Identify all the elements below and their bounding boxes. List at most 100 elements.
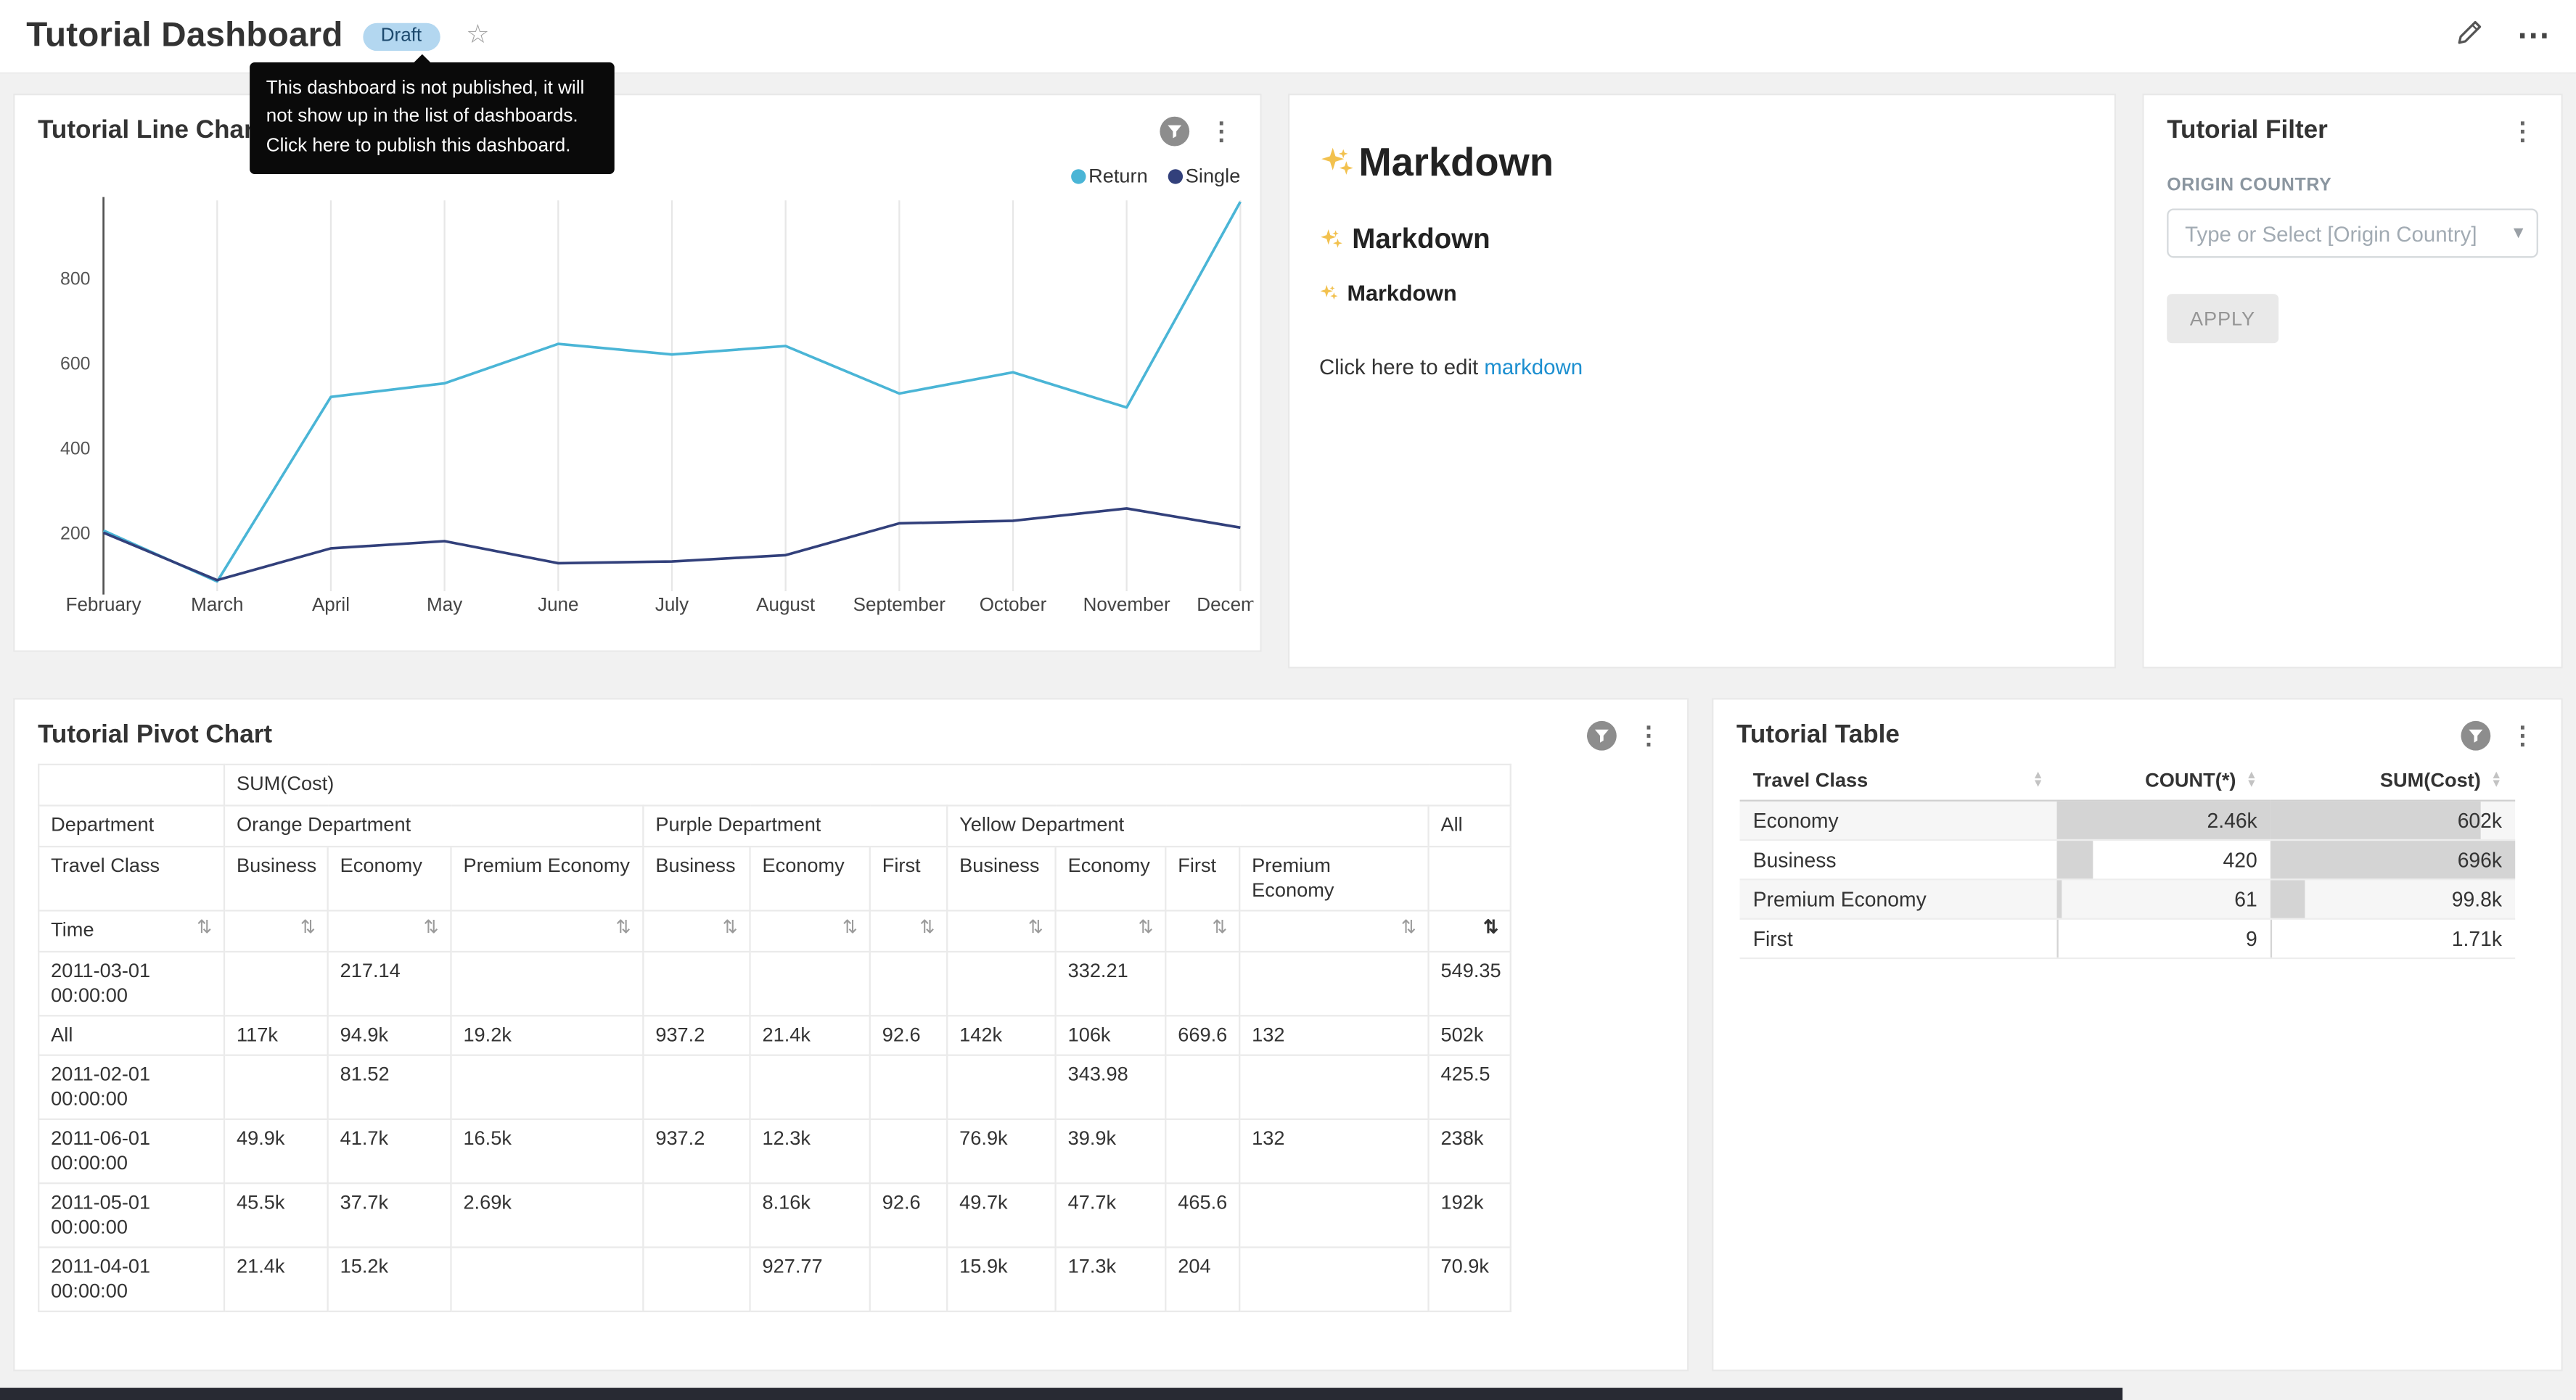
pivot-value-cell: 238k [1429, 1119, 1511, 1183]
pivot-class-header: First [870, 847, 947, 910]
chart-menu-icon[interactable]: ⋮ [1206, 119, 1237, 144]
pivot-value-cell [1239, 1248, 1428, 1312]
x-axis-label: November [1083, 593, 1170, 615]
pivot-value-cell [1239, 1055, 1428, 1119]
cross-filter-icon[interactable] [1160, 117, 1189, 147]
filter-title: Tutorial Filter [2167, 117, 2328, 147]
page-title: Tutorial Dashboard [26, 17, 342, 56]
pivot-value-cell: 70.9k [1429, 1248, 1511, 1312]
x-axis-label: December [1197, 593, 1253, 615]
x-axis-label: September [853, 593, 946, 615]
pivot-value-cell [1239, 1183, 1428, 1247]
sort-icon[interactable]: ⇅ [616, 918, 631, 940]
x-axis-label: August [756, 593, 816, 615]
sort-icon[interactable]: ▲▼ [2246, 772, 2257, 788]
edit-pencil-icon[interactable] [2456, 18, 2484, 54]
pivot-value-cell [750, 1055, 870, 1119]
travel-class-cell: First [1740, 919, 2057, 958]
sort-icon[interactable]: ⇅ [919, 918, 935, 940]
sort-icon[interactable]: ⇅ [300, 918, 316, 940]
pivot-value-cell: 94.9k [328, 1016, 451, 1055]
origin-country-label: ORIGIN COUNTRY [2167, 176, 2538, 195]
pivot-all-header: All [1429, 805, 1511, 847]
pivot-value-cell: 937.2 [643, 1016, 750, 1055]
draft-badge[interactable]: Draft [363, 22, 440, 50]
pivot-value-cell [1239, 952, 1428, 1016]
sparkles-icon [1319, 284, 1339, 303]
card-tutorial-filter: Tutorial Filter ⋮ ORIGIN COUNTRY Type or… [2142, 94, 2563, 668]
pivot-value-cell: 132 [1239, 1016, 1428, 1055]
cross-filter-icon[interactable] [1587, 721, 1617, 751]
pivot-department-header: Orange Department [224, 805, 643, 847]
sort-icon[interactable]: ⇅ [1401, 918, 1416, 940]
pivot-value-cell [870, 1119, 947, 1183]
origin-country-select[interactable]: Type or Select [Origin Country] ▾ [2167, 209, 2538, 258]
card-markdown: Markdown Markdown Mark [1288, 94, 2116, 668]
table-column-header[interactable]: SUM(Cost)▲▼ [2271, 760, 2515, 800]
table-column-header[interactable]: Travel Class▲▼ [1740, 760, 2057, 800]
markdown-h2: Markdown [1319, 223, 2085, 256]
pivot-sort-cell: ⇅ [870, 910, 947, 952]
pivot-sort-cell: ⇅ [947, 910, 1055, 952]
pivot-value-cell: 937.2 [643, 1119, 750, 1183]
header-actions: ⋯ [2456, 18, 2550, 54]
column-label: COUNT(*) [2145, 769, 2236, 792]
tooltip-line: This dashboard is not published, it will [266, 75, 598, 104]
pivot-table: SUM(Cost)DepartmentOrange DepartmentPurp… [38, 764, 1511, 1312]
pivot-class-header: Economy [328, 847, 451, 910]
pivot-sort-cell: ⇅ [750, 910, 870, 952]
pivot-title: Tutorial Pivot Chart [38, 721, 272, 751]
chart-menu-icon[interactable]: ⋮ [1633, 723, 1664, 748]
cross-filter-icon[interactable] [2461, 721, 2490, 751]
sparkles-icon [1319, 146, 1355, 182]
sort-icon[interactable]: ⇅ [1028, 918, 1043, 940]
edit-markdown-link[interactable]: markdown [1484, 355, 1583, 379]
pivot-department-header: Yellow Department [947, 805, 1428, 847]
sort-icon[interactable]: ⇅ [723, 918, 738, 940]
value-bar [2057, 881, 2062, 918]
pivot-value-cell: 192k [1429, 1183, 1511, 1247]
pivot-row-label: 2011-03-01 00:00:00 [38, 952, 224, 1016]
line-chart-svg: 200400600800FebruaryMarchAprilMayJuneJul… [25, 181, 1253, 627]
pivot-value-cell [1165, 952, 1239, 1016]
sort-icon[interactable]: ⇅ [1483, 918, 1498, 940]
sort-icon[interactable]: ⇅ [1212, 918, 1227, 940]
pivot-row-label: 2011-05-01 00:00:00 [38, 1183, 224, 1247]
pivot-value-cell [870, 1248, 947, 1312]
chart-menu-icon[interactable]: ⋮ [2507, 723, 2538, 748]
value-cell: 99.8k [2271, 879, 2515, 918]
pivot-value-cell: 132 [1239, 1119, 1428, 1183]
favorite-star-icon[interactable]: ☆ [466, 23, 489, 49]
sort-icon[interactable]: ▲▼ [2490, 772, 2502, 788]
sort-icon[interactable]: ⇅ [197, 918, 212, 940]
chart-menu-icon[interactable]: ⋮ [2507, 119, 2538, 144]
sort-icon[interactable]: ⇅ [1138, 918, 1153, 940]
x-axis-label: February [66, 593, 141, 615]
pivot-row-label: 2011-02-01 00:00:00 [38, 1055, 224, 1119]
pivot-value-cell: 332.21 [1056, 952, 1166, 1016]
pivot-value-cell [224, 952, 328, 1016]
table-column-header[interactable]: COUNT(*) ▲▼ [2057, 760, 2271, 800]
pivot-value-cell: 21.4k [750, 1016, 870, 1055]
sort-icon[interactable]: ⇅ [842, 918, 858, 940]
card-tutorial-table: Tutorial Table ⋮ Travel Class▲▼COUNT(*)▲… [1712, 698, 2563, 1371]
pivot-value-cell [643, 1183, 750, 1247]
travel-class-cell: Business [1740, 840, 2057, 879]
pivot-row-label: 2011-06-01 00:00:00 [38, 1119, 224, 1183]
pivot-corner-cell [38, 765, 224, 806]
pivot-row: 2011-02-01 00:00:0081.52343.98425.5 [38, 1055, 1511, 1119]
pivot-value-cell: 2.69k [451, 1183, 643, 1247]
pivot-class-header: Premium Economy [1239, 847, 1428, 910]
select-placeholder: Type or Select [Origin Country] [2185, 221, 2477, 246]
pivot-class-header: Business [643, 847, 750, 910]
pivot-value-cell: 425.5 [1429, 1055, 1511, 1119]
pivot-value-cell: 669.6 [1165, 1016, 1239, 1055]
pivot-value-cell: 19.2k [451, 1016, 643, 1055]
pivot-value-cell: 106k [1056, 1016, 1166, 1055]
pivot-sort-cell: ⇅ [224, 910, 328, 952]
publish-tooltip[interactable]: This dashboard is not published, it will… [250, 62, 615, 173]
sort-icon[interactable]: ⇅ [424, 918, 439, 940]
more-actions-icon[interactable]: ⋯ [2516, 20, 2549, 52]
apply-button[interactable]: APPLY [2167, 294, 2278, 343]
sort-icon[interactable]: ▲▼ [2033, 772, 2044, 788]
